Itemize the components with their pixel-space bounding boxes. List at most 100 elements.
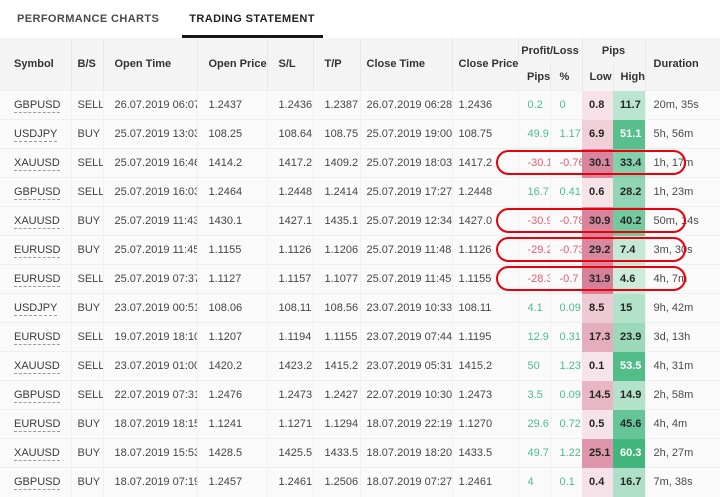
pl-pct-cell: 0.31 (550, 323, 582, 352)
pl-pct-cell: 0 (550, 91, 582, 120)
symbol-link[interactable]: XAUUSD (14, 360, 60, 374)
sl-cell: 1.1271 (267, 410, 313, 439)
symbol-link[interactable]: USDJPY (14, 302, 57, 316)
sl-cell: 1.2473 (267, 381, 313, 410)
pl-pct-cell: 0.72 (550, 410, 582, 439)
high-pips-cell: 60.3 (613, 439, 645, 468)
duration-cell: 4h, 7m (645, 265, 720, 294)
symbol-link[interactable]: GBPUSD (14, 476, 60, 490)
sl-cell: 1.1126 (267, 236, 313, 265)
symbol-link[interactable]: XAUUSD (14, 215, 60, 229)
close-price-cell: 1.2473 (452, 381, 518, 410)
open-time-cell: 19.07.2019 18:10:23 (103, 323, 197, 352)
open-price-cell: 108.06 (197, 294, 267, 323)
side-cell: BUY (71, 468, 103, 497)
open-price-cell: 1.1127 (197, 265, 267, 294)
symbol-cell: XAUUSD (0, 149, 71, 178)
open-price-cell: 1.1241 (197, 410, 267, 439)
table-row: EURUSDSELL25.07.2019 07:37:141.11271.115… (0, 265, 720, 294)
col-header-pips-group: Pips (582, 38, 645, 64)
sl-cell: 1427.1 (267, 207, 313, 236)
pl-pct-cell: 0.09 (550, 294, 582, 323)
table-row: GBPUSDBUY18.07.2019 07:19:411.24571.2461… (0, 468, 720, 497)
duration-cell: 20m, 35s (645, 91, 720, 120)
tab-bar: PERFORMANCE CHARTS TRADING STATEMENT (0, 0, 720, 38)
close-time-cell: 23.07.2019 07:44:17 (360, 323, 452, 352)
high-pips-cell: 51.1 (613, 120, 645, 149)
duration-cell: 50m, 14s (645, 207, 720, 236)
tp-cell: 1.1077 (313, 265, 360, 294)
pl-pips-cell: 3.5 (518, 381, 550, 410)
low-pips-cell: 31.9 (582, 265, 613, 294)
col-header-pl-pips: Pips (518, 64, 550, 91)
table-row: EURUSDBUY18.07.2019 18:15:201.12411.1271… (0, 410, 720, 439)
open-time-cell: 23.07.2019 00:51:31 (103, 294, 197, 323)
symbol-link[interactable]: EURUSD (14, 244, 60, 258)
pl-pct-cell: 0.41 (550, 178, 582, 207)
col-header-profit-loss-group: Profit/Loss (518, 38, 582, 64)
open-price-cell: 1.1207 (197, 323, 267, 352)
tp-cell: 1.2414 (313, 178, 360, 207)
pl-pips-cell: 16.7 (518, 178, 550, 207)
open-price-cell: 1.1155 (197, 236, 267, 265)
sl-cell: 1.2461 (267, 468, 313, 497)
tab-trading-statement[interactable]: TRADING STATEMENT (189, 0, 315, 38)
pl-pips-cell: 50 (518, 352, 550, 381)
close-price-cell: 1415.2 (452, 352, 518, 381)
pl-pips-cell: 49.7 (518, 439, 550, 468)
pl-pct-cell: 1.23 (550, 352, 582, 381)
col-header-open-price: Open Price (197, 38, 267, 91)
low-pips-cell: 6.9 (582, 120, 613, 149)
close-price-cell: 1.2436 (452, 91, 518, 120)
close-price-cell: 1.2461 (452, 468, 518, 497)
tp-cell: 1435.1 (313, 207, 360, 236)
open-time-cell: 25.07.2019 11:45:10 (103, 236, 197, 265)
col-header-low: Low (582, 64, 613, 91)
table-row: EURUSDBUY25.07.2019 11:45:101.11551.1126… (0, 236, 720, 265)
duration-cell: 7m, 38s (645, 468, 720, 497)
sl-cell: 1417.2 (267, 149, 313, 178)
table-row: XAUUSDBUY25.07.2019 11:43:481430.11427.1… (0, 207, 720, 236)
pl-pct-cell: -0.73 (550, 236, 582, 265)
tp-cell: 1.1155 (313, 323, 360, 352)
col-header-close-time: Close Time (360, 38, 452, 91)
symbol-link[interactable]: XAUUSD (14, 157, 60, 171)
duration-cell: 5h, 56m (645, 120, 720, 149)
low-pips-cell: 25.1 (582, 439, 613, 468)
open-price-cell: 1.2464 (197, 178, 267, 207)
symbol-link[interactable]: XAUUSD (14, 447, 60, 461)
tab-performance-charts[interactable]: PERFORMANCE CHARTS (17, 0, 159, 38)
col-header-sl: S/L (267, 38, 313, 91)
high-pips-cell: 28.2 (613, 178, 645, 207)
table-row: GBPUSDSELL25.07.2019 16:03:061.24641.244… (0, 178, 720, 207)
symbol-cell: GBPUSD (0, 91, 71, 120)
side-cell: BUY (71, 294, 103, 323)
symbol-link[interactable]: USDJPY (14, 128, 57, 142)
close-price-cell: 1.1126 (452, 236, 518, 265)
sl-cell: 1.1157 (267, 265, 313, 294)
col-header-duration: Duration (645, 38, 720, 91)
symbol-link[interactable]: GBPUSD (14, 99, 60, 113)
table-row: XAUUSDSELL25.07.2019 16:46:161414.21417.… (0, 149, 720, 178)
duration-cell: 3d, 13h (645, 323, 720, 352)
symbol-link[interactable]: EURUSD (14, 418, 60, 432)
symbol-link[interactable]: GBPUSD (14, 389, 60, 403)
symbol-link[interactable]: GBPUSD (14, 186, 60, 200)
close-price-cell: 1.1270 (452, 410, 518, 439)
pl-pct-cell: 0.09 (550, 381, 582, 410)
symbol-cell: XAUUSD (0, 439, 71, 468)
low-pips-cell: 30.9 (582, 207, 613, 236)
symbol-link[interactable]: EURUSD (14, 331, 60, 345)
table-row: GBPUSDSELL26.07.2019 06:07:391.24371.243… (0, 91, 720, 120)
duration-cell: 4h, 4m (645, 410, 720, 439)
symbol-cell: EURUSD (0, 265, 71, 294)
symbol-link[interactable]: EURUSD (14, 273, 60, 287)
tp-cell: 1.2387 (313, 91, 360, 120)
side-cell: SELL (71, 352, 103, 381)
side-cell: SELL (71, 265, 103, 294)
open-price-cell: 1428.5 (197, 439, 267, 468)
sl-cell: 1.2448 (267, 178, 313, 207)
tp-cell: 1.2506 (313, 468, 360, 497)
close-price-cell: 1.2448 (452, 178, 518, 207)
high-pips-cell: 53.5 (613, 352, 645, 381)
